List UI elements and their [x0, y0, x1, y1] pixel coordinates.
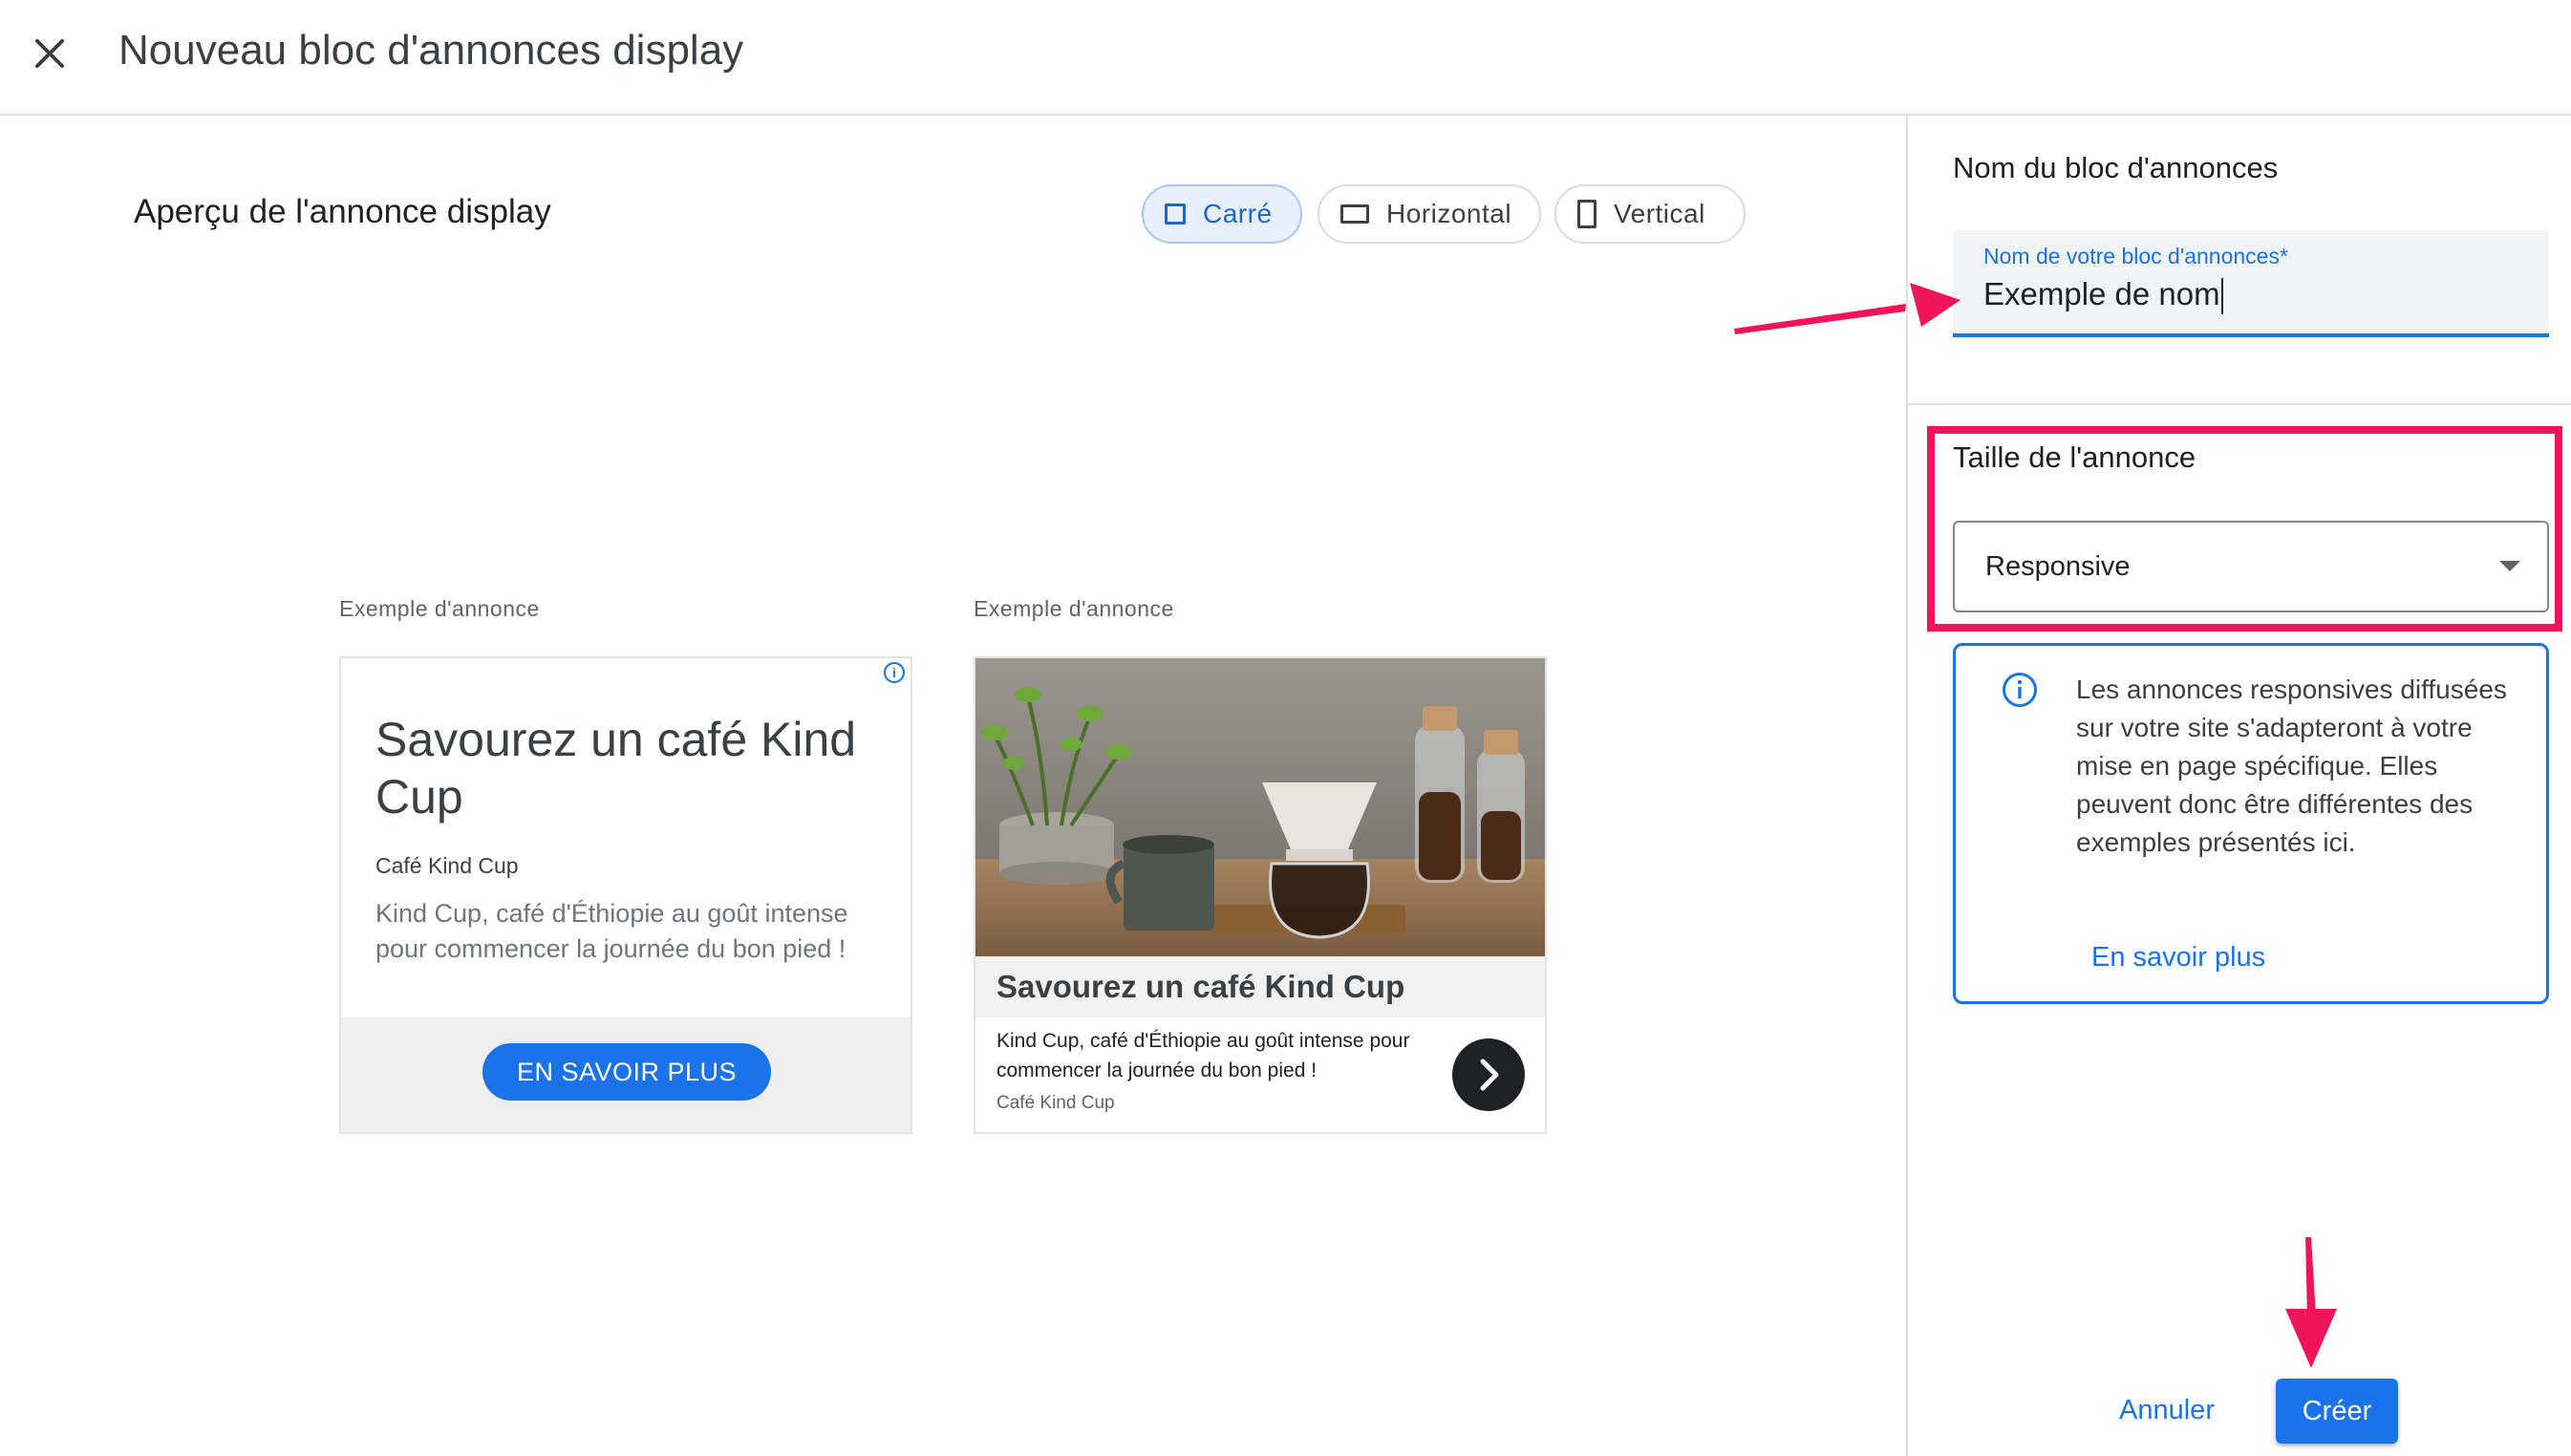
example-ad-label: Exemple d'annonce [339, 596, 540, 621]
format-chip-label: Vertical [1614, 199, 1705, 228]
sample-ad-text: i Savourez un café Kind Cup Café Kind Cu… [339, 656, 912, 1134]
top-app-bar: Nouveau bloc d'annonces display [0, 0, 2571, 116]
info-icon [2003, 673, 2037, 707]
example-ad-label: Exemple d'annonce [974, 596, 1174, 621]
preview-title: Aperçu de l'annonce display [134, 193, 551, 230]
dropdown-arrow-icon [2499, 561, 2520, 571]
name-section-title: Nom du bloc d'annonces [1953, 151, 2279, 184]
coffee-photo [975, 658, 1545, 956]
responsive-info-card: Les annonces responsives diffusées sur v… [1953, 643, 2549, 1004]
ad-brand: Café Kind Cup [375, 853, 519, 878]
annotation-arrow [2285, 1237, 2337, 1368]
format-chip-label: Carré [1203, 199, 1273, 228]
size-select-value: Responsive [1985, 551, 2131, 582]
ad-unit-name-field[interactable]: Nom de votre bloc d'annonces* Exemple de… [1953, 230, 2549, 337]
close-icon[interactable] [27, 31, 73, 76]
chevron-right-icon[interactable] [1452, 1038, 1525, 1111]
format-chip-horizontal[interactable]: Horizontal [1318, 184, 1541, 244]
ad-headline: Savourez un café Kind Cup [996, 969, 1405, 1004]
text-caret [2220, 278, 2223, 315]
portrait-rectangle-icon [1577, 200, 1596, 228]
section-divider [1908, 403, 2571, 405]
sample-ad-image: Savourez un café Kind Cup Kind Cup, café… [974, 656, 1547, 1134]
square-icon [1165, 203, 1186, 225]
name-field-value: Exemple de nom [1983, 276, 2220, 311]
ad-cta-button[interactable]: EN SAVOIR PLUS [482, 1043, 771, 1101]
ad-footer: EN SAVOIR PLUS [341, 1017, 911, 1132]
format-chip-square[interactable]: Carré [1142, 184, 1302, 244]
learn-more-link[interactable]: En savoir plus [2091, 942, 2265, 974]
cancel-button[interactable]: Annuler [2098, 1380, 2236, 1441]
info-text: Les annonces responsives diffusées sur v… [2076, 674, 2507, 857]
name-field-label: Nom de votre bloc d'annonces* [1983, 244, 2288, 268]
page-title: Nouveau bloc d'annonces display [118, 27, 744, 74]
size-section-title: Taille de l'annonce [1953, 440, 2196, 474]
ad-brand: Café Kind Cup [996, 1093, 1115, 1113]
ad-description: Kind Cup, café d'Éthiopie au goût intens… [375, 899, 848, 963]
panel-divider [1906, 116, 1908, 1456]
annotation-arrow [1734, 283, 1960, 334]
ad-info-icon[interactable]: i [884, 662, 905, 683]
ad-headline: Savourez un café Kind Cup [375, 713, 857, 824]
ad-description: Kind Cup, café d'Éthiopie au goût intens… [996, 1030, 1410, 1081]
format-chip-vertical[interactable]: Vertical [1554, 184, 1746, 244]
ad-size-select[interactable]: Responsive [1953, 521, 2549, 612]
format-chip-label: Horizontal [1386, 199, 1512, 228]
create-button[interactable]: Créer [2276, 1379, 2398, 1444]
ad-headline-bar: Savourez un café Kind Cup [975, 956, 1545, 1017]
landscape-rectangle-icon [1340, 204, 1369, 224]
